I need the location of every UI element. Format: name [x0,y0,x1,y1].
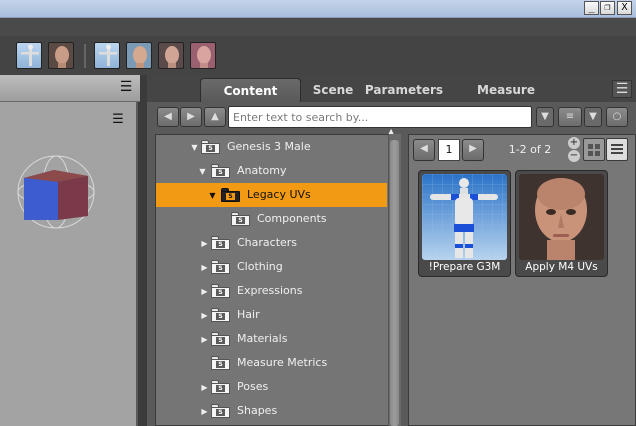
tree-item-components[interactable]: S Components [156,207,387,231]
folder-icon: S [211,308,230,322]
tree-item-hair[interactable]: ▶ S Hair [156,303,387,327]
expand-arrow-icon[interactable]: ▼ [190,136,199,160]
tree-item-label: Components [257,212,327,225]
tree-item-label: Legacy UVs [247,188,311,201]
close-button[interactable]: X [617,1,632,15]
minimize-button[interactable]: _ [584,1,599,15]
folder-icon: S [211,380,230,394]
tab-content-library[interactable]: Content Library [200,78,301,122]
search-input[interactable] [228,106,532,128]
tree-item-label: Shapes [237,404,278,417]
tree-item-shapes[interactable]: ▶ S Shapes [156,399,387,423]
folder-icon: S [211,332,230,346]
tree-item-label: Clothing [237,260,283,273]
page-count-label: 1-2 of 2 [508,143,552,156]
expand-arrow-icon[interactable]: ▼ [208,184,217,208]
collapse-arrow-icon[interactable]: ▶ [200,232,209,256]
folder-icon: S [211,284,230,298]
tree-scrollbar-thumb[interactable] [390,140,399,426]
apply-m4-uvs-thumbnail [519,174,604,260]
zoom-out-icon[interactable]: − [568,150,580,162]
collapse-arrow-icon[interactable]: ▶ [200,400,209,424]
window-title-bar [0,0,636,18]
folder-icon: S [211,236,230,250]
head-portrait-icon[interactable] [48,42,74,69]
tab-measure-metrics[interactable]: Measure Metrics [452,78,560,121]
page-number-field[interactable]: 1 [438,139,460,161]
folder-icon: S [231,212,250,226]
tree-item-clothing[interactable]: ▶ S Clothing [156,255,387,279]
forward-button[interactable]: ▶ [180,107,202,127]
tree-item-label: Anatomy [237,164,287,177]
tree-item-label: Measure Metrics [237,356,328,369]
up-level-button[interactable]: ▲ [204,107,226,127]
search-icon[interactable]: ○ [606,107,628,127]
view-cube-icon[interactable] [14,150,98,234]
head-portrait-icon-3[interactable] [158,42,184,69]
toolbar-separator [84,44,86,68]
folder-icon: S [211,164,230,178]
tab-scene[interactable]: Scene [309,78,357,102]
folder-icon: S [221,188,240,202]
tree-item-label: Poses [237,380,269,393]
database-icon[interactable]: ≡ [558,107,582,127]
collapse-arrow-icon[interactable]: ▶ [200,304,209,328]
head-portrait-icon-4[interactable] [190,42,216,69]
tree-item-label: Genesis 3 Male [227,140,311,153]
restore-button[interactable]: ❐ [600,1,615,15]
prepare-g3m-thumbnail [422,174,507,260]
tree-item-legacy-uvs[interactable]: ▼ S Legacy UVs [156,183,387,207]
tree-item-characters[interactable]: ▶ S Characters [156,231,387,255]
figure-tpose-icon[interactable] [16,42,42,69]
viewport-pane-menu-icon[interactable]: ☰ [116,79,136,97]
tree-item-materials[interactable]: ▶ S Materials [156,327,387,351]
folder-icon: S [211,356,230,370]
tree-item-label: Characters [237,236,298,249]
back-button[interactable]: ◀ [157,107,179,127]
thumbnail-view-button[interactable] [583,138,605,161]
content-item-label: !Prepare G3M [428,261,501,273]
tree-item-poses[interactable]: ▶ S Poses [156,375,387,399]
folder-icon: S [211,260,230,274]
tree-item-expressions[interactable]: ▶ S Expressions [156,279,387,303]
tree-item-label: Expressions [237,284,303,297]
prev-page-button[interactable]: ◀ [413,139,435,161]
expand-arrow-icon[interactable]: ▼ [198,160,207,184]
content-item-label: Apply M4 UVs [525,261,598,273]
viewport-options-icon[interactable]: ☰ [108,112,128,130]
figure-tpose-icon-2[interactable] [94,42,120,69]
tree-item-label: Materials [237,332,288,345]
collapse-arrow-icon[interactable]: ▶ [200,376,209,400]
tree-item-measure-metrics[interactable]: S Measure Metrics [156,351,387,375]
list-view-button[interactable] [606,138,628,161]
zoom-in-icon[interactable]: + [568,137,580,149]
tab-parameters[interactable]: Parameters [364,78,444,102]
content-item-prepare-g3m[interactable]: !Prepare G3M [418,170,511,277]
next-page-button[interactable]: ▶ [462,139,484,161]
collapse-arrow-icon[interactable]: ▶ [200,328,209,352]
pane-options-menu-icon[interactable]: ☰ [612,80,632,98]
collapse-arrow-icon[interactable]: ▶ [200,256,209,280]
content-item-apply-m4-uvs[interactable]: Apply M4 UVs [515,170,608,277]
menu-strip [0,18,636,36]
search-options-dropdown[interactable]: ▼ [536,107,554,127]
tree-item-label: Hair [237,308,260,321]
head-portrait-icon-2[interactable] [126,42,152,69]
folder-icon: S [201,140,220,154]
tree-list: ▼ S Genesis 3 Male ▼ S Anatomy ▼ S Legac… [156,135,387,423]
database-dropdown[interactable]: ▼ [584,107,602,127]
tree-item-genesis-3-male[interactable]: ▼ S Genesis 3 Male [156,135,387,159]
tree-item-anatomy[interactable]: ▼ S Anatomy [156,159,387,183]
folder-icon: S [211,404,230,418]
collapse-arrow-icon[interactable]: ▶ [200,280,209,304]
